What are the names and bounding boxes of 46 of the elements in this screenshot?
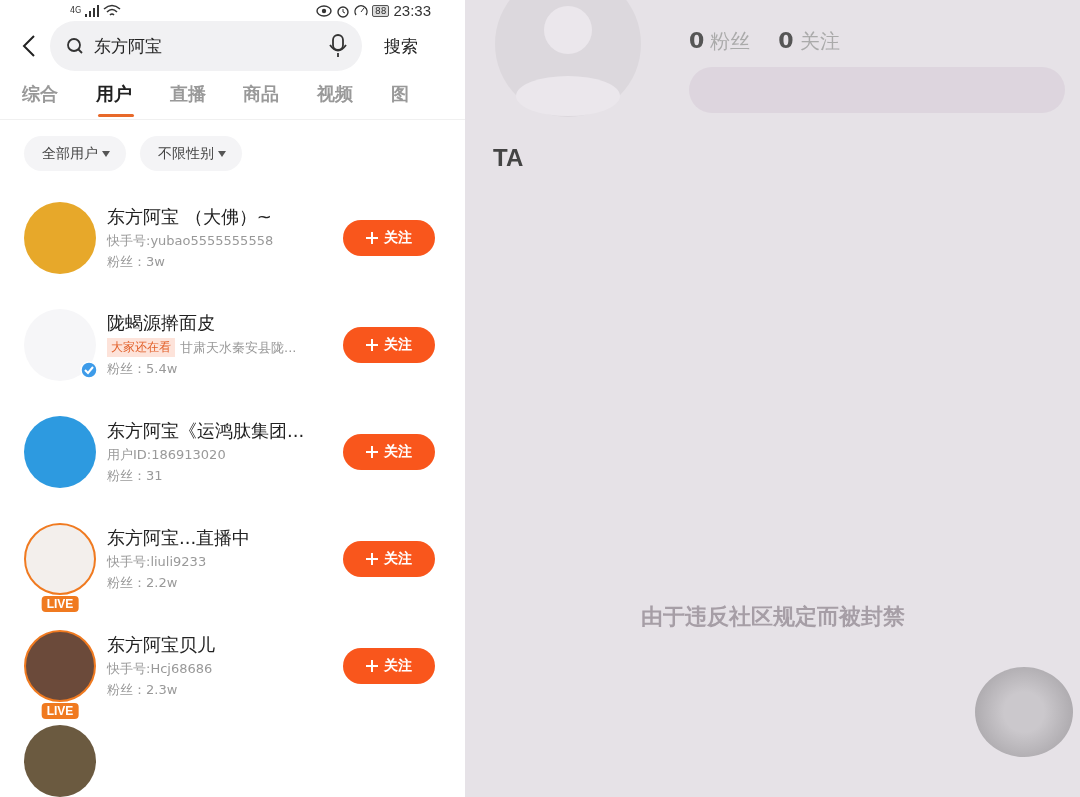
battery-level: 88 — [372, 4, 390, 17]
plus-icon — [366, 552, 378, 565]
plus-icon — [366, 231, 378, 244]
user-name[interactable]: 东方阿宝...直播中 — [107, 525, 332, 550]
user-name[interactable]: 东方阿宝《运鸿肽集团... — [107, 418, 332, 443]
tag-label: 大家还在看 — [107, 338, 175, 357]
profile-stat: 0 粉丝 — [689, 28, 751, 55]
user-name[interactable]: 东方阿宝 （大佛）~ — [107, 204, 332, 229]
tab[interactable]: 用户 — [95, 79, 170, 119]
fans-count: 粉丝：31 — [107, 466, 164, 485]
user-detail: 甘肃天水秦安县陇... — [180, 338, 297, 357]
search-icon — [66, 37, 84, 55]
wifi-icon — [103, 4, 122, 17]
user-name[interactable]: 东方阿宝贝儿 — [107, 632, 332, 657]
user-name[interactable]: 陇蝎源擀面皮 — [107, 311, 332, 335]
search-query: 东方阿宝 — [94, 34, 163, 58]
search-field[interactable]: 东方阿宝 — [50, 21, 362, 71]
fans-count: 粉丝：5.4w — [107, 360, 179, 378]
profile-stat: 0 关注 — [778, 28, 840, 55]
user-detail: 用户ID:186913020 — [107, 445, 226, 464]
eye-icon — [316, 4, 332, 17]
network-label: 4G — [70, 6, 82, 15]
plus-icon — [366, 659, 378, 672]
live-badge: LIVE — [41, 702, 79, 719]
live-badge: LIVE — [41, 595, 79, 612]
plus-icon — [366, 338, 378, 351]
clock-time: 23:33 — [393, 2, 431, 19]
microphone-icon[interactable] — [328, 34, 348, 58]
fans-count: 粉丝：2.3w — [107, 680, 179, 699]
ban-notice: 由于违反社区规定而被封禁 — [640, 603, 905, 631]
filter-dropdown[interactable]: 不限性别 — [140, 136, 242, 171]
caret-icon — [102, 150, 110, 157]
signal-icon — [85, 4, 100, 17]
filter-dropdown[interactable]: 全部用户 — [24, 136, 126, 171]
fans-count: 粉丝：3w — [107, 252, 166, 271]
alarm-icon — [336, 3, 350, 18]
caret-icon — [218, 150, 226, 157]
user-detail: 快手号:liuli9233 — [107, 552, 207, 571]
plus-icon — [366, 445, 378, 458]
gauge-icon — [354, 3, 368, 18]
back-icon[interactable] — [22, 35, 36, 57]
fans-count: 粉丝：2.2w — [107, 573, 179, 592]
user-detail: 快手号:yubao5555555558 — [107, 231, 274, 250]
section-heading: TA — [492, 143, 525, 172]
search-button[interactable]: 搜索 — [376, 34, 426, 58]
user-detail: 快手号:Hcj68686 — [107, 659, 213, 678]
